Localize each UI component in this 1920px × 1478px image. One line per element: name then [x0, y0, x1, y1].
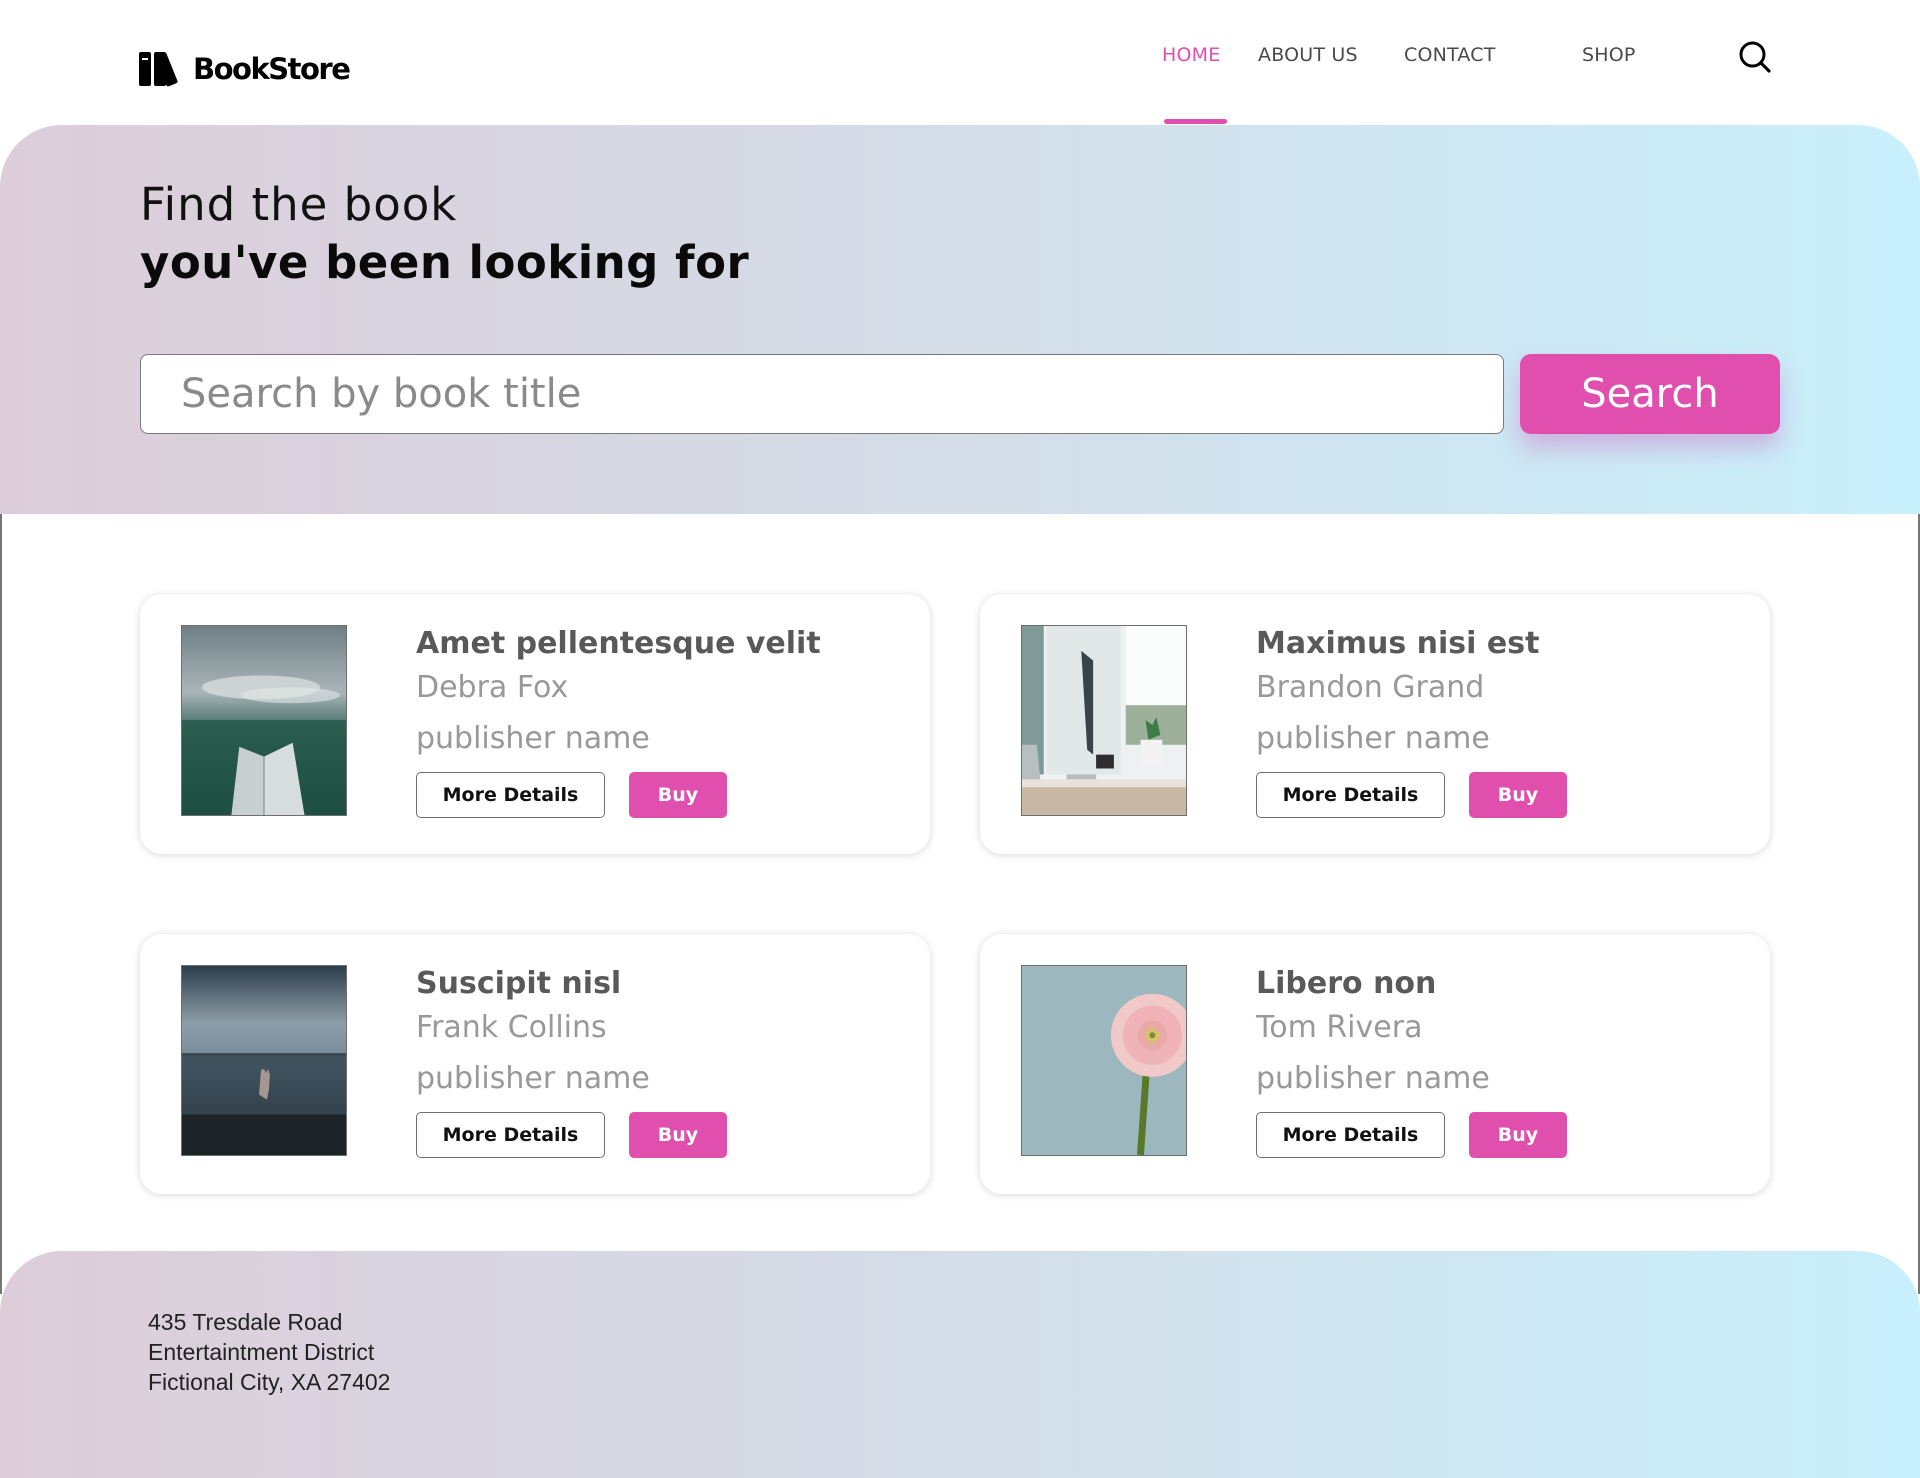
buy-button[interactable]: Buy [1469, 1112, 1567, 1158]
book-author: Debra Fox [416, 670, 569, 705]
more-details-button[interactable]: More Details [1256, 1112, 1445, 1158]
hero-title-line2: you've been looking for [140, 236, 750, 289]
nav-contact[interactable]: CONTACT [1404, 44, 1496, 66]
nav-home[interactable]: HOME [1162, 44, 1220, 66]
buy-button[interactable]: Buy [1469, 772, 1567, 818]
book-card: Amet pellentesque velit Debra Fox publis… [140, 594, 930, 854]
search-button[interactable]: Search [1520, 354, 1780, 434]
buy-button[interactable]: Buy [629, 1112, 727, 1158]
book-cover-image[interactable] [181, 965, 347, 1156]
brand-name: BookStore [193, 52, 351, 86]
book-title[interactable]: Amet pellentesque velit [416, 626, 821, 661]
address-line-3: Fictional City, XA 27402 [148, 1369, 391, 1395]
book-cover-image[interactable] [181, 625, 347, 816]
book-card: Suscipit nisl Frank Collins publisher na… [140, 934, 930, 1194]
book-author: Brandon Grand [1256, 670, 1485, 705]
hero-title-line1: Find the book [140, 178, 458, 231]
more-details-button[interactable]: More Details [1256, 772, 1445, 818]
book-card: Maximus nisi est Brandon Grand publisher… [980, 594, 1770, 854]
book-card: Libero non Tom Rivera publisher name Mor… [980, 934, 1770, 1194]
book-cover-image[interactable] [1021, 625, 1187, 816]
more-details-button[interactable]: More Details [416, 772, 605, 818]
book-search-input[interactable] [140, 354, 1504, 434]
book-author: Frank Collins [416, 1010, 607, 1045]
address-line-2: Entertaintment District [148, 1339, 375, 1365]
book-title[interactable]: Libero non [1256, 966, 1436, 1001]
active-nav-indicator [1164, 119, 1227, 124]
search-icon[interactable] [1738, 40, 1772, 74]
book-title[interactable]: Maximus nisi est [1256, 626, 1539, 661]
book-publisher: publisher name [416, 721, 650, 756]
more-details-button[interactable]: More Details [416, 1112, 605, 1158]
page-border-left [0, 514, 2, 1294]
book-author: Tom Rivera [1256, 1010, 1423, 1045]
nav-shop[interactable]: SHOP [1582, 44, 1636, 66]
brand-logo[interactable]: BookStore [139, 51, 351, 87]
book-publisher: publisher name [1256, 721, 1490, 756]
buy-button[interactable]: Buy [629, 772, 727, 818]
book-publisher: publisher name [416, 1061, 650, 1096]
book-title[interactable]: Suscipit nisl [416, 966, 621, 1001]
footer-address: 435 Tresdale Road Entertaintment Distric… [148, 1307, 390, 1397]
address-line-1: 435 Tresdale Road [148, 1309, 343, 1335]
book-publisher: publisher name [1256, 1061, 1490, 1096]
nav-about-us[interactable]: ABOUT US [1258, 44, 1358, 66]
site-header: BookStore HOME ABOUT US CONTACT SHOP [0, 0, 1920, 125]
book-cover-image[interactable] [1021, 965, 1187, 1156]
books-logo-icon [139, 51, 189, 87]
